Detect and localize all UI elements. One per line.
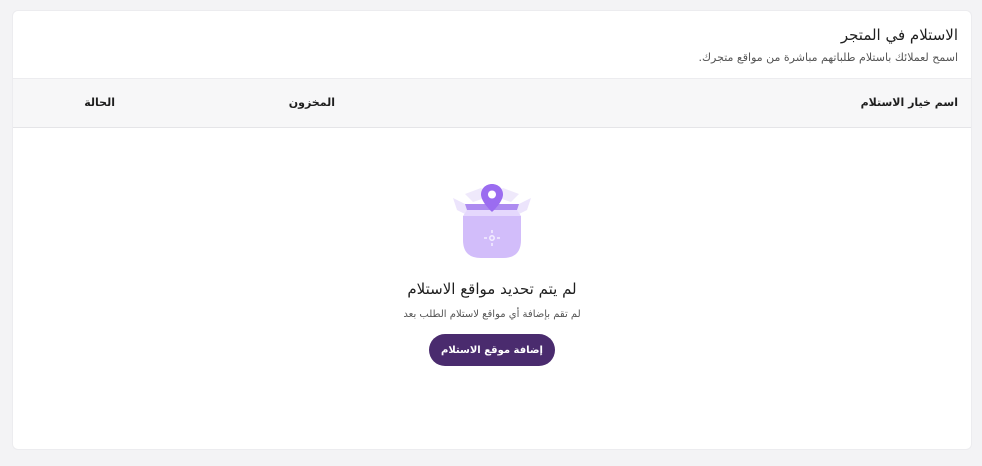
empty-state-title: لم يتم تحديد مواقع الاستلام	[407, 280, 577, 298]
table-header: اسم خيار الاستلام المخزون الحالة	[13, 79, 971, 128]
empty-state: لم يتم تحديد مواقع الاستلام لم تقم بإضاف…	[13, 128, 971, 448]
column-header-stock: المخزون	[288, 96, 335, 109]
store-pickup-card: الاستلام في المتجر اسمح لعملائك باستلام …	[12, 10, 972, 450]
column-header-status: الحالة	[84, 96, 115, 109]
add-pickup-location-button[interactable]: إضافة موقع الاستلام	[429, 334, 555, 366]
empty-state-subtitle: لم تقم بإضافة أي مواقع لاستلام الطلب بعد	[403, 309, 581, 320]
box-location-pin-icon	[453, 184, 531, 258]
page-subtitle: اسمح لعملائك باستلام طلباتهم مباشرة من م…	[698, 51, 958, 64]
card-header: الاستلام في المتجر اسمح لعملائك باستلام …	[13, 11, 971, 79]
page-title: الاستلام في المتجر	[840, 26, 958, 44]
column-header-pickup-name: اسم خيار الاستلام	[860, 96, 958, 109]
